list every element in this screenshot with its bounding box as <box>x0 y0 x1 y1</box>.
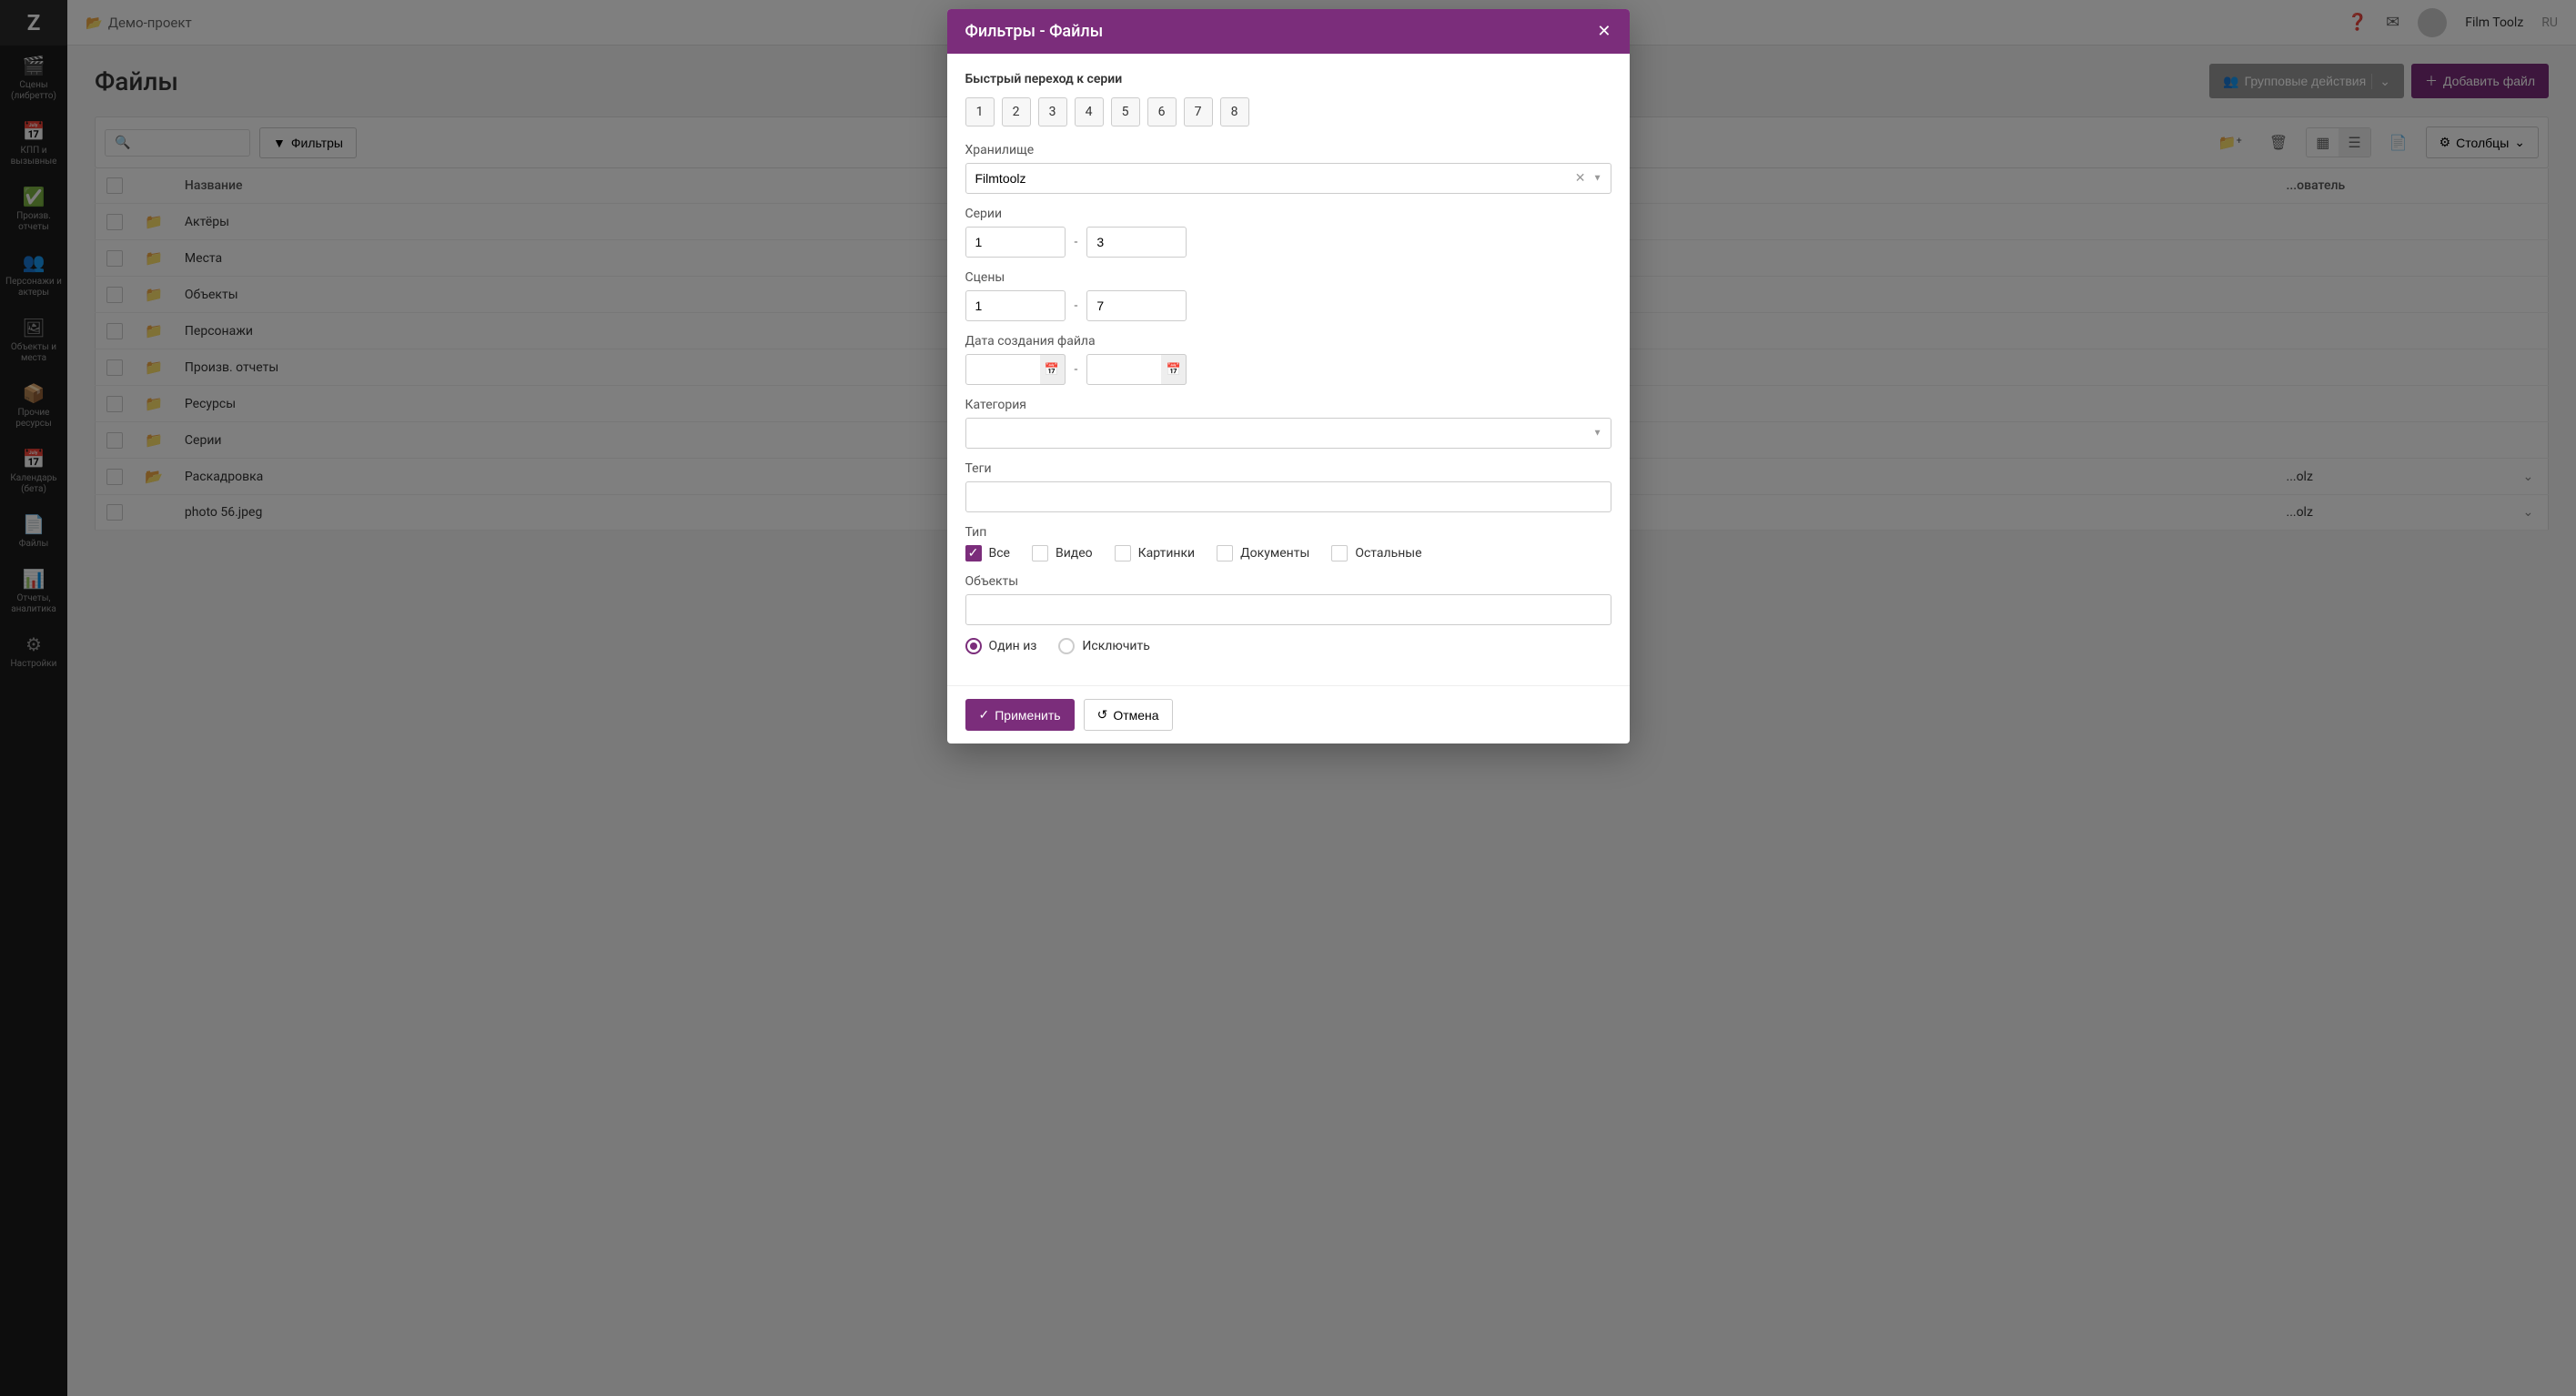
objects-label: Объекты <box>965 574 1611 589</box>
series-jump-1[interactable]: 1 <box>965 97 995 126</box>
series-label: Серии <box>965 207 1611 221</box>
cancel-button[interactable]: ↺ Отмена <box>1084 699 1173 731</box>
modal-header: Фильтры - Файлы ✕ <box>947 9 1630 54</box>
type-checkbox-other[interactable]: Остальные <box>1331 545 1421 561</box>
quick-jump-label: Быстрый переход к серии <box>965 72 1611 86</box>
series-jump-8[interactable]: 8 <box>1220 97 1249 126</box>
apply-label: Применить <box>995 708 1060 723</box>
mode-radio-oneof[interactable]: Один из <box>965 638 1037 654</box>
series-from-input[interactable] <box>965 227 1066 258</box>
radio-icon <box>965 638 982 654</box>
modal-overlay[interactable]: Фильтры - Файлы ✕ Быстрый переход к сери… <box>0 0 2576 1396</box>
range-separator: - <box>1075 362 1078 377</box>
storage-label: Хранилище <box>965 143 1611 157</box>
tags-label: Теги <box>965 461 1611 476</box>
checkbox-icon <box>1331 545 1348 561</box>
calendar-icon[interactable]: 📅 <box>1040 354 1066 385</box>
category-label: Категория <box>965 398 1611 412</box>
checkbox-icon <box>1032 545 1048 561</box>
scenes-from-input[interactable] <box>965 290 1066 321</box>
checkbox-label: Остальные <box>1355 546 1421 561</box>
series-jump-3[interactable]: 3 <box>1038 97 1067 126</box>
type-checkbox-docs[interactable]: Документы <box>1217 545 1309 561</box>
radio-label: Один из <box>989 639 1037 653</box>
modal-title: Фильтры - Файлы <box>965 22 1104 41</box>
checkbox-label: Видео <box>1056 546 1093 561</box>
checkbox-label: Документы <box>1240 546 1309 561</box>
range-separator: - <box>1075 235 1078 249</box>
checkbox-icon <box>1115 545 1131 561</box>
type-checkbox-all[interactable]: ✓ Все <box>965 545 1010 561</box>
checkbox-icon <box>1217 545 1233 561</box>
cancel-label: Отмена <box>1113 708 1158 723</box>
range-separator: - <box>1075 298 1078 313</box>
checkbox-label: Картинки <box>1138 546 1195 561</box>
checkbox-label: Все <box>989 546 1010 561</box>
series-jump-4[interactable]: 4 <box>1075 97 1104 126</box>
close-icon[interactable]: ✕ <box>1597 22 1611 41</box>
mode-radio-exclude[interactable]: Исключить <box>1058 638 1149 654</box>
checkbox-icon: ✓ <box>965 545 982 561</box>
scenes-to-input[interactable] <box>1086 290 1187 321</box>
calendar-icon[interactable]: 📅 <box>1161 354 1187 385</box>
chevron-down-icon[interactable]: ▼ <box>1593 174 1602 184</box>
clear-icon[interactable]: ✕ <box>1575 171 1586 186</box>
category-select[interactable] <box>965 418 1611 449</box>
apply-button[interactable]: ✓ Применить <box>965 699 1075 731</box>
radio-label: Исключить <box>1082 639 1149 653</box>
filters-modal: Фильтры - Файлы ✕ Быстрый переход к сери… <box>947 9 1630 744</box>
storage-select[interactable] <box>965 163 1611 194</box>
type-checkbox-video[interactable]: Видео <box>1032 545 1093 561</box>
type-checkbox-images[interactable]: Картинки <box>1115 545 1195 561</box>
series-jump-6[interactable]: 6 <box>1147 97 1177 126</box>
type-label: Тип <box>965 525 1611 540</box>
series-jump-2[interactable]: 2 <box>1002 97 1031 126</box>
created-label: Дата создания файла <box>965 334 1611 349</box>
check-icon: ✓ <box>979 707 990 723</box>
tags-input[interactable] <box>965 481 1611 512</box>
series-to-input[interactable] <box>1086 227 1187 258</box>
undo-icon: ↺ <box>1097 707 1108 723</box>
series-jump-7[interactable]: 7 <box>1184 97 1213 126</box>
chevron-down-icon[interactable]: ▼ <box>1593 429 1602 439</box>
series-jump-5[interactable]: 5 <box>1111 97 1140 126</box>
objects-input[interactable] <box>965 594 1611 625</box>
scenes-label: Сцены <box>965 270 1611 285</box>
radio-icon <box>1058 638 1075 654</box>
